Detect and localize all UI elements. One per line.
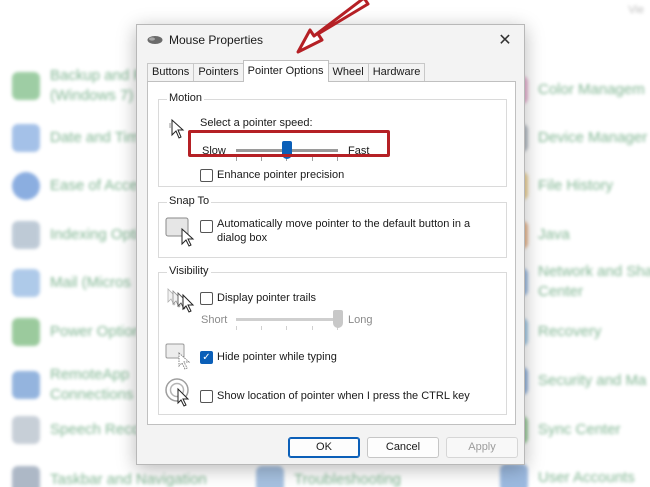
tab-wheel[interactable]: Wheel [327,63,369,82]
snap-to-group: Snap To Automatically move pointer to th… [158,195,507,258]
ok-button[interactable]: OK [288,437,360,458]
snap-to-checkbox[interactable] [200,220,213,233]
show-location-checkbox[interactable] [200,390,213,403]
motion-group: Motion Select a pointer speed: Slow Fast… [158,92,507,187]
enhance-precision-checkbox[interactable] [200,169,213,182]
taskbar-icon [12,466,40,487]
bg-item-ease: Ease of Acces [12,172,145,200]
visibility-group: Visibility Display pointer trails Short … [158,265,507,415]
bg-item-power: Power Option [12,318,141,346]
remote-icon [12,371,40,399]
dialog-title: Mouse Properties [169,33,264,47]
show-location-icon [165,378,190,407]
tab-pointer-options[interactable]: Pointer Options [242,60,329,82]
troubleshooting-icon [256,466,284,487]
close-button[interactable]: ✕ [494,30,516,50]
visibility-group-title: Visibility [167,265,211,277]
bg-item-user-accounts: User Accounts [500,464,635,487]
mouse-properties-dialog: Mouse Properties ✕ Buttons Pointers Poin… [136,24,525,465]
slow-label: Slow [202,145,226,157]
tab-buttons[interactable]: Buttons [147,63,195,82]
bg-item-troubleshooting: Troubleshooting [256,466,401,487]
tab-strip: Buttons Pointers Pointer Options Wheel H… [147,60,426,82]
pointer-speed-icon [169,118,185,139]
show-location-label: Show location of pointer when I press th… [217,390,470,402]
microphone-icon [12,416,40,444]
hide-pointer-icon [165,343,191,370]
snap-to-group-title: Snap To [167,195,212,207]
slider-tick [312,326,313,330]
hide-pointer-checkbox[interactable]: ✓ [200,351,213,364]
bg-item-backup: Backup and R (Windows 7) [12,66,144,106]
clock-icon [12,124,40,152]
annotation-arrow-icon [296,0,370,54]
slider-tick [236,157,237,161]
slider-tick [261,326,262,330]
tab-pointers[interactable]: Pointers [193,63,244,82]
snap-to-label-line2: dialog box [217,232,268,244]
view-by-label: Vie [628,4,644,16]
power-icon [12,318,40,346]
long-label: Long [348,314,373,326]
motion-group-title: Motion [167,92,205,104]
apply-button[interactable]: Apply [446,437,518,458]
pointer-speed-label: Select a pointer speed: [200,117,313,129]
user-icon [500,464,528,487]
pointer-trails-checkbox[interactable] [200,292,213,305]
slider-tick [312,157,313,161]
pointer-speed-thumb[interactable] [282,141,292,159]
short-label: Short [201,314,228,326]
slider-tick [337,157,338,161]
mail-icon [12,269,40,297]
snap-to-label-line1: Automatically move pointer to the defaul… [217,218,471,230]
pointer-trails-label: Display pointer trails [217,292,317,304]
backup-icon [12,72,40,100]
trail-length-slider[interactable] [236,318,338,321]
bg-item-speech: Speech Reco [12,416,140,444]
fast-label: Fast [348,145,370,157]
bg-item-taskbar: Taskbar and Navigation [12,466,207,487]
tab-hardware[interactable]: Hardware [367,63,426,82]
bg-item-indexing: Indexing Opti [12,221,138,249]
hide-pointer-label: Hide pointer while typing [217,351,337,363]
mouse-icon [147,36,163,44]
trail-length-thumb[interactable] [333,310,343,328]
indexing-icon [12,221,40,249]
bg-item-date: Date and Tim [12,124,139,152]
bg-item-remoteapp: RemoteApp Connections [12,365,133,405]
snap-to-icon [165,217,195,247]
ease-of-access-icon [12,172,40,200]
bg-item-mail: Mail (Micros [12,269,131,297]
cancel-button[interactable]: Cancel [367,437,439,458]
slider-tick [236,326,237,330]
slider-tick [261,157,262,161]
pointer-trails-icon [167,288,195,313]
slider-tick [286,326,287,330]
pointer-options-panel: Motion Select a pointer speed: Slow Fast… [147,81,516,425]
enhance-precision-label: Enhance pointer precision [217,169,345,181]
